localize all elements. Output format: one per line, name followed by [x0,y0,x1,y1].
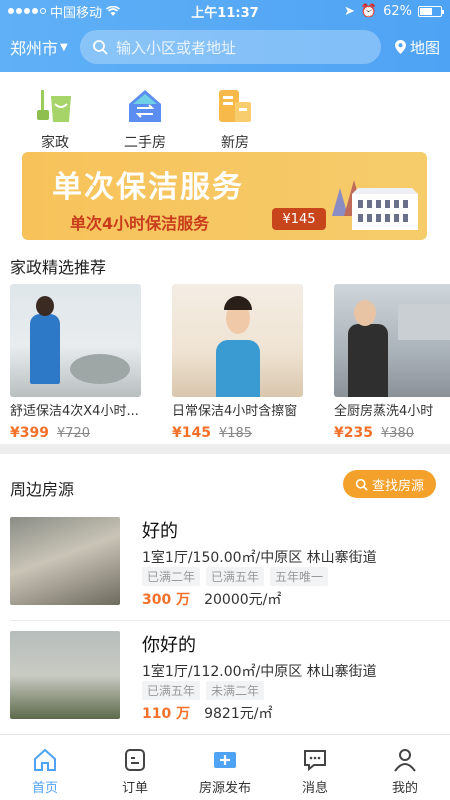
tab-messages[interactable]: 消息 [270,735,360,800]
section-gap [0,444,450,454]
house-tag: 五年唯一 [270,567,329,586]
new-house-icon [219,90,251,122]
banner-subtitle: 单次4小时保洁服务 [70,214,210,233]
tab-orders[interactable]: 订单 [90,735,180,800]
tab-home[interactable]: 首页 [0,735,90,800]
house-photo [10,517,120,605]
city-label: 郑州市 [10,39,59,58]
house-tag: 已满二年 [142,567,201,586]
carrier-label: 中国移动 [50,5,103,21]
house-info: 1室1厅/150.00㎡/中原区 林山寨街道 [142,550,377,566]
tab-publish[interactable]: 房源发布 [180,735,270,800]
service-card[interactable]: 全厨房蒸洗4小时 ¥235 ¥380 [334,284,450,441]
list-divider [10,620,450,621]
nearby-section: 周边房源 查找房源 好的 1室1厅/150.00㎡/中原区 林山寨街道 已满二年… [0,454,450,734]
service-price: ¥399 [10,425,49,441]
bottom-tab-bar: 首页 订单 房源发布 消息 我的 [0,734,450,800]
city-selector[interactable]: 郑州市 ▼ [10,35,80,59]
quick-item-new-house[interactable]: 新房 [190,72,280,152]
house-title: 好的 [142,521,178,542]
tab-label: 房源发布 [198,781,251,796]
house-transfer-icon [129,90,161,122]
search-icon [93,40,108,55]
house-tag: 已满五年 [206,567,265,586]
signal-icon [8,8,46,14]
house-tag: 已满五年 [142,681,201,700]
promo-banner[interactable]: 单次保洁服务 单次4小时保洁服务 ¥145 [22,152,427,240]
service-card[interactable]: 舒适保洁4次X4小时... ¥399 ¥720 [10,284,141,441]
search-input[interactable]: 输入小区或者地址 [80,30,381,64]
nav-bar: 郑州市 ▼ 输入小区或者地址 地图 [0,22,450,72]
search-icon [355,478,368,491]
battery-icon [418,5,444,17]
service-photo [10,284,141,397]
recommend-list: 舒适保洁4次X4小时... ¥399 ¥720 日常保洁4小时含擦窗 ¥145 … [10,284,450,441]
quick-item-housekeeping[interactable]: 家政 [10,72,100,152]
clock-label: 上午11:37 [191,5,259,21]
house-unit-price: 20000元/㎡ [204,592,282,608]
service-name: 日常保洁4小时含擦窗 [172,404,298,419]
service-photo [172,284,303,397]
house-info: 1室1厅/112.00㎡/中原区 林山寨街道 [142,664,377,680]
house-tag: 未满二年 [206,681,265,700]
quick-item-second-hand[interactable]: 二手房 [100,72,190,152]
tab-label: 首页 [31,781,58,796]
recommend-section: 家政精选推荐 舒适保洁4次X4小时... ¥399 ¥720 日常保洁4小时含擦… [0,244,450,444]
service-old-price: ¥185 [218,426,253,441]
service-old-price: ¥380 [380,426,415,441]
service-name: 全厨房蒸洗4小时 [334,404,434,419]
service-name: 舒适保洁4次X4小时... [10,404,139,419]
order-icon [125,749,145,771]
map-label: 地图 [409,38,440,57]
banner-section: 单次保洁服务 单次4小时保洁服务 ¥145 [0,152,450,244]
quick-item-label: 二手房 [124,135,166,151]
section-title: 家政精选推荐 [10,258,107,277]
tab-label: 我的 [391,781,418,796]
quick-item-label: 新房 [221,135,249,151]
quick-item-label: 家政 [41,135,69,151]
quick-entry-row: 家政 二手房 新房 [0,72,450,152]
wifi-icon [106,5,121,16]
house-listing[interactable]: 你好的 1室1厅/112.00㎡/中原区 林山寨街道 已满五年 未满二年 110… [0,631,450,741]
tab-label: 订单 [121,781,148,796]
alarm-icon: ⏰ [360,3,378,19]
house-total-price: 110 万 [142,706,191,722]
service-price: ¥235 [334,425,373,441]
battery-percent: 62% [383,3,412,19]
tab-profile[interactable]: 我的 [360,735,450,800]
top-header: 中国移动 上午11:37 ➤ ⏰ 62% 郑州市 ▼ 输入小区或者地址 地图 [0,0,450,72]
search-placeholder: 输入小区或者地址 [116,38,237,57]
location-arrow-icon: ➤ [344,3,355,19]
service-card[interactable]: 日常保洁4小时含擦窗 ¥145 ¥185 [172,284,303,441]
house-photo [10,631,120,719]
service-old-price: ¥720 [56,426,91,441]
service-photo [334,284,450,397]
banner-price: ¥145 [272,208,326,230]
banner-title: 单次保洁服务 [52,170,244,205]
message-icon [304,750,326,772]
house-unit-price: 9821元/㎡ [204,706,273,722]
map-button[interactable]: 地图 [394,37,440,58]
find-house-label: 查找房源 [371,478,424,494]
house-listing[interactable]: 好的 1室1厅/150.00㎡/中原区 林山寨街道 已满二年 已满五年 五年唯一… [0,517,450,627]
mop-bucket-icon [37,90,71,122]
home-icon [34,748,56,771]
caret-down-icon: ▼ [60,41,68,53]
status-bar: 中国移动 上午11:37 ➤ ⏰ 62% [0,0,450,22]
house-total-price: 300 万 [142,592,191,608]
service-price: ¥145 [172,425,211,441]
house-title: 你好的 [142,635,196,656]
tab-label: 消息 [301,781,328,796]
location-pin-icon [394,40,406,54]
building-illustration [332,180,418,230]
section-title: 周边房源 [10,480,75,499]
publish-plus-icon [214,752,236,768]
profile-icon [394,749,416,772]
find-house-button[interactable]: 查找房源 [342,470,436,498]
